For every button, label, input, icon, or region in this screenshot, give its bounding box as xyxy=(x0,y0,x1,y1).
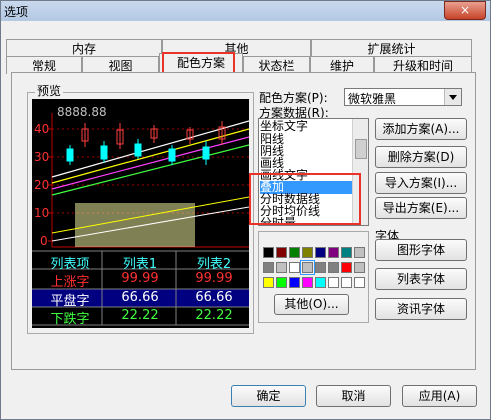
color-swatch[interactable] xyxy=(289,262,300,273)
tab-view-label: 视图 xyxy=(108,59,133,73)
color-swatch[interactable] xyxy=(328,247,339,258)
close-icon: × xyxy=(459,3,471,17)
color-swatch[interactable] xyxy=(354,262,365,273)
color-swatch[interactable] xyxy=(276,277,287,288)
color-swatch[interactable] xyxy=(276,247,287,258)
tab-highlight-box xyxy=(162,52,235,74)
color-swatch[interactable] xyxy=(300,260,315,275)
color-swatch[interactable] xyxy=(289,247,300,258)
color-swatch[interactable] xyxy=(315,247,326,258)
color-swatch[interactable] xyxy=(276,262,287,273)
preview-canvas: 8888.88 40 30 20 10 0 列表项 列表1 列表2 上涨字 99… xyxy=(32,99,249,328)
table-header-list1: 列表1 xyxy=(122,257,158,272)
info-font-button[interactable]: 资讯字体 xyxy=(375,298,467,320)
color-swatch[interactable] xyxy=(263,247,274,258)
tab-memory[interactable]: 内存 xyxy=(6,39,162,57)
y-tick-10: 10 xyxy=(34,206,50,220)
color-swatch[interactable] xyxy=(328,277,339,288)
tab-extended-stats[interactable]: 扩展统计 xyxy=(311,39,472,57)
table-row-up-name: 上涨字 xyxy=(50,275,90,290)
y-tick-0: 0 xyxy=(40,234,48,248)
table-row-down-name: 下跌字 xyxy=(50,312,90,327)
list-item[interactable]: 坐标文字 xyxy=(260,120,354,133)
tab-general-label: 常规 xyxy=(31,59,56,73)
options-dialog: 选项 × 内存 其他 扩展统计 常规 视图 配色方案 状态栏 维护 升级和时间 … xyxy=(0,0,491,420)
color-swatch[interactable] xyxy=(341,247,352,258)
window-title: 选项 xyxy=(4,5,29,19)
table-row-flat-v1: 66.66 xyxy=(121,290,159,305)
tab-extended-stats-label: 扩展统计 xyxy=(367,42,416,56)
color-swatch[interactable] xyxy=(315,277,326,288)
scheme-select[interactable]: 微软雅黑 xyxy=(344,88,462,106)
tab-status-bar-label: 状态栏 xyxy=(258,59,295,73)
color-swatch[interactable] xyxy=(315,262,326,273)
color-swatch[interactable] xyxy=(302,277,313,288)
color-swatch[interactable] xyxy=(354,277,365,288)
color-swatch[interactable] xyxy=(341,262,352,273)
table-row-up-v2: 99.99 xyxy=(195,271,233,286)
import-scheme-button[interactable]: 导入方案(I)... xyxy=(375,172,467,194)
close-button[interactable]: × xyxy=(444,1,486,20)
tab-maintenance-label: 维护 xyxy=(329,59,354,73)
cancel-button[interactable]: 取消 xyxy=(316,385,391,407)
color-swatch[interactable] xyxy=(341,277,352,288)
table-header-item: 列表项 xyxy=(50,257,90,272)
apply-button[interactable]: 应用(A) xyxy=(402,385,477,407)
preview-caption: 预览 xyxy=(35,84,64,98)
delete-scheme-button[interactable]: 删除方案(D) xyxy=(375,146,467,168)
color-swatch[interactable] xyxy=(302,247,313,258)
table-row-flat-v2: 66.66 xyxy=(195,290,233,305)
selection-highlight-box xyxy=(249,173,361,225)
add-scheme-button[interactable]: 添加方案(A)... xyxy=(375,118,467,140)
color-swatch[interactable] xyxy=(263,262,274,273)
title-bar[interactable]: 选项 × xyxy=(1,1,490,21)
y-tick-30: 30 xyxy=(34,150,50,164)
table-header-list2: 列表2 xyxy=(196,257,232,272)
color-swatch[interactable] xyxy=(289,277,300,288)
scheme-select-value: 微软雅黑 xyxy=(348,92,397,106)
y-tick-20: 20 xyxy=(34,178,50,192)
list-font-button[interactable]: 列表字体 xyxy=(375,268,467,290)
export-scheme-button[interactable]: 导出方案(E)... xyxy=(375,197,467,219)
graph-font-button[interactable]: 图形字体 xyxy=(375,239,467,261)
color-swatch[interactable] xyxy=(263,277,274,288)
chevron-down-icon[interactable] xyxy=(444,89,461,105)
table-row-down-v1: 22.22 xyxy=(121,308,159,323)
other-colors-button[interactable]: 其他(O)... xyxy=(274,294,349,315)
preview-price-label: 8888.88 xyxy=(57,105,107,119)
table-row-up-v1: 99.99 xyxy=(121,271,159,286)
scrollbar-thumb[interactable] xyxy=(355,139,367,159)
tab-upgrade-time-label: 升级和时间 xyxy=(392,59,453,73)
table-row-flat-name: 平盘字 xyxy=(50,294,90,309)
tab-memory-label: 内存 xyxy=(71,42,96,56)
color-swatch[interactable] xyxy=(354,247,365,258)
color-swatch[interactable] xyxy=(328,262,339,273)
table-row-down-v2: 22.22 xyxy=(195,308,233,323)
y-tick-40: 40 xyxy=(34,122,50,136)
ok-button[interactable]: 确定 xyxy=(231,385,306,407)
